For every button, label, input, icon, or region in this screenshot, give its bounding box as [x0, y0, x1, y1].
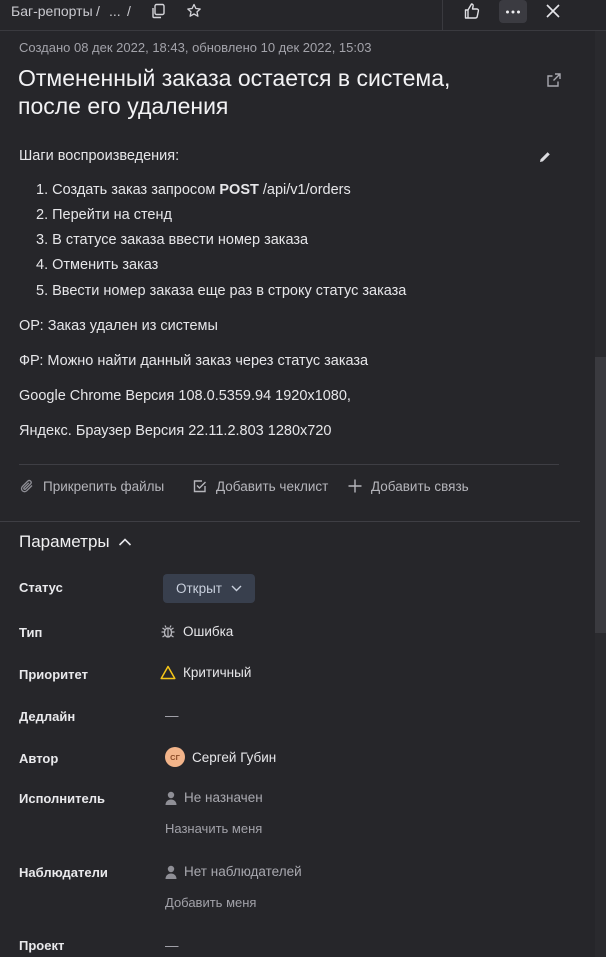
avatar: СГ	[165, 747, 185, 767]
watchers-label: Наблюдатели	[19, 865, 108, 880]
add-link-label: Добавить связь	[371, 478, 469, 494]
priority-text: Критичный	[183, 665, 252, 680]
step-number: 5.	[36, 283, 49, 299]
close-icon[interactable]	[543, 1, 563, 21]
user-icon	[165, 791, 177, 805]
step-text: Создать заказ запросом	[52, 182, 220, 198]
step-text: Перейти на стенд	[52, 207, 172, 223]
user-icon	[165, 865, 177, 879]
created-updated-meta: Создано 08 дек 2022, 18:43, обновлено 10…	[19, 40, 372, 55]
bug-icon	[160, 623, 176, 639]
breadcrumb-separator: /	[96, 3, 100, 19]
deadline-value[interactable]: —	[165, 708, 179, 723]
assignee-value[interactable]: Не назначен	[165, 790, 263, 805]
step-number: 4.	[36, 257, 49, 273]
step-number: 2.	[36, 207, 49, 223]
scrollbar-thumb[interactable]	[595, 357, 606, 633]
status-label: Статус	[19, 580, 63, 595]
environment-yandex: Яндекс. Браузер Версия 22.11.2.803 1280x…	[19, 423, 332, 439]
type-text: Ошибка	[183, 623, 234, 639]
chevron-up-icon	[118, 537, 132, 547]
plus-icon	[347, 478, 363, 494]
actual-result: ФР: Можно найти данный заказ через стату…	[19, 353, 369, 369]
copy-icon[interactable]	[149, 2, 167, 20]
author-label: Автор	[19, 751, 59, 766]
more-button[interactable]	[499, 0, 527, 23]
step-item: 3. В статусе заказа ввести номер заказа	[36, 232, 308, 248]
assign-me-link[interactable]: Назначить меня	[165, 821, 262, 836]
step-method: POST	[219, 182, 259, 198]
divider	[442, 0, 443, 31]
author-name: Сергей Губин	[192, 749, 277, 765]
project-value[interactable]: —	[165, 938, 179, 953]
step-item: 2. Перейти на стенд	[36, 207, 172, 223]
type-value[interactable]: Ошибка	[160, 623, 233, 639]
more-icon	[499, 0, 527, 23]
params-heading-label: Параметры	[19, 532, 110, 551]
open-external-icon[interactable]	[545, 71, 563, 89]
priority-value[interactable]: Критичный	[160, 665, 251, 680]
type-label: Тип	[19, 625, 43, 640]
add-checklist-button[interactable]: Добавить чеклист	[192, 478, 328, 494]
add-checklist-label: Добавить чеклист	[216, 478, 329, 494]
add-me-link[interactable]: Добавить меня	[165, 895, 256, 910]
breadcrumb-separator: /	[127, 3, 131, 19]
step-text: Ввести номер заказа еще раз в строку ста…	[52, 283, 407, 299]
like-icon[interactable]	[462, 1, 482, 21]
assignee-label: Исполнитель	[19, 791, 105, 806]
chevron-down-icon	[231, 585, 242, 592]
step-text: Отменить заказ	[52, 257, 159, 273]
checklist-icon	[192, 478, 208, 494]
edit-icon[interactable]	[536, 148, 554, 166]
status-value: Открыт	[176, 581, 222, 596]
issue-title[interactable]: Отмененный заказа остается в система, по…	[18, 64, 518, 120]
status-dropdown[interactable]: Открыт	[163, 574, 255, 603]
top-bar: Баг-репорты / ... /	[0, 0, 606, 31]
add-link-button[interactable]: Добавить связь	[347, 478, 469, 494]
step-number: 1.	[36, 182, 49, 198]
warning-triangle-icon	[160, 665, 176, 680]
divider	[0, 521, 580, 522]
breadcrumb-root[interactable]: Баг-репорты	[11, 3, 93, 19]
deadline-label: Дедлайн	[19, 709, 76, 724]
expected-result: ОР: Заказ удален из системы	[19, 318, 218, 334]
star-icon[interactable]	[185, 2, 203, 20]
assignee-text: Не назначен	[184, 790, 263, 805]
watchers-value[interactable]: Нет наблюдателей	[165, 864, 302, 879]
step-number: 3.	[36, 232, 49, 248]
step-text: В статусе заказа ввести номер заказа	[52, 232, 309, 248]
step-text: /api/v1/orders	[258, 182, 351, 198]
watchers-text: Нет наблюдателей	[184, 864, 302, 879]
paperclip-icon	[19, 478, 35, 494]
project-label: Проект	[19, 938, 65, 953]
step-item: 4. Отменить заказ	[36, 257, 158, 273]
environment-chrome: Google Chrome Версия 108.0.5359.94 1920x…	[19, 388, 351, 404]
priority-label: Приоритет	[19, 667, 88, 682]
author-value[interactable]: СГ Сергей Губин	[165, 747, 276, 767]
divider	[19, 464, 559, 465]
params-heading[interactable]: Параметры	[19, 532, 132, 552]
breadcrumb-ellipsis[interactable]: ...	[109, 3, 121, 19]
steps-heading: Шаги воспроизведения:	[19, 148, 180, 164]
step-item: 5. Ввести номер заказа еще раз в строку …	[36, 283, 406, 299]
attach-files-label: Прикрепить файлы	[43, 478, 165, 494]
step-item: 1. Создать заказ запросом POST /api/v1/o…	[36, 182, 351, 198]
attach-files-button[interactable]: Прикрепить файлы	[19, 478, 164, 494]
